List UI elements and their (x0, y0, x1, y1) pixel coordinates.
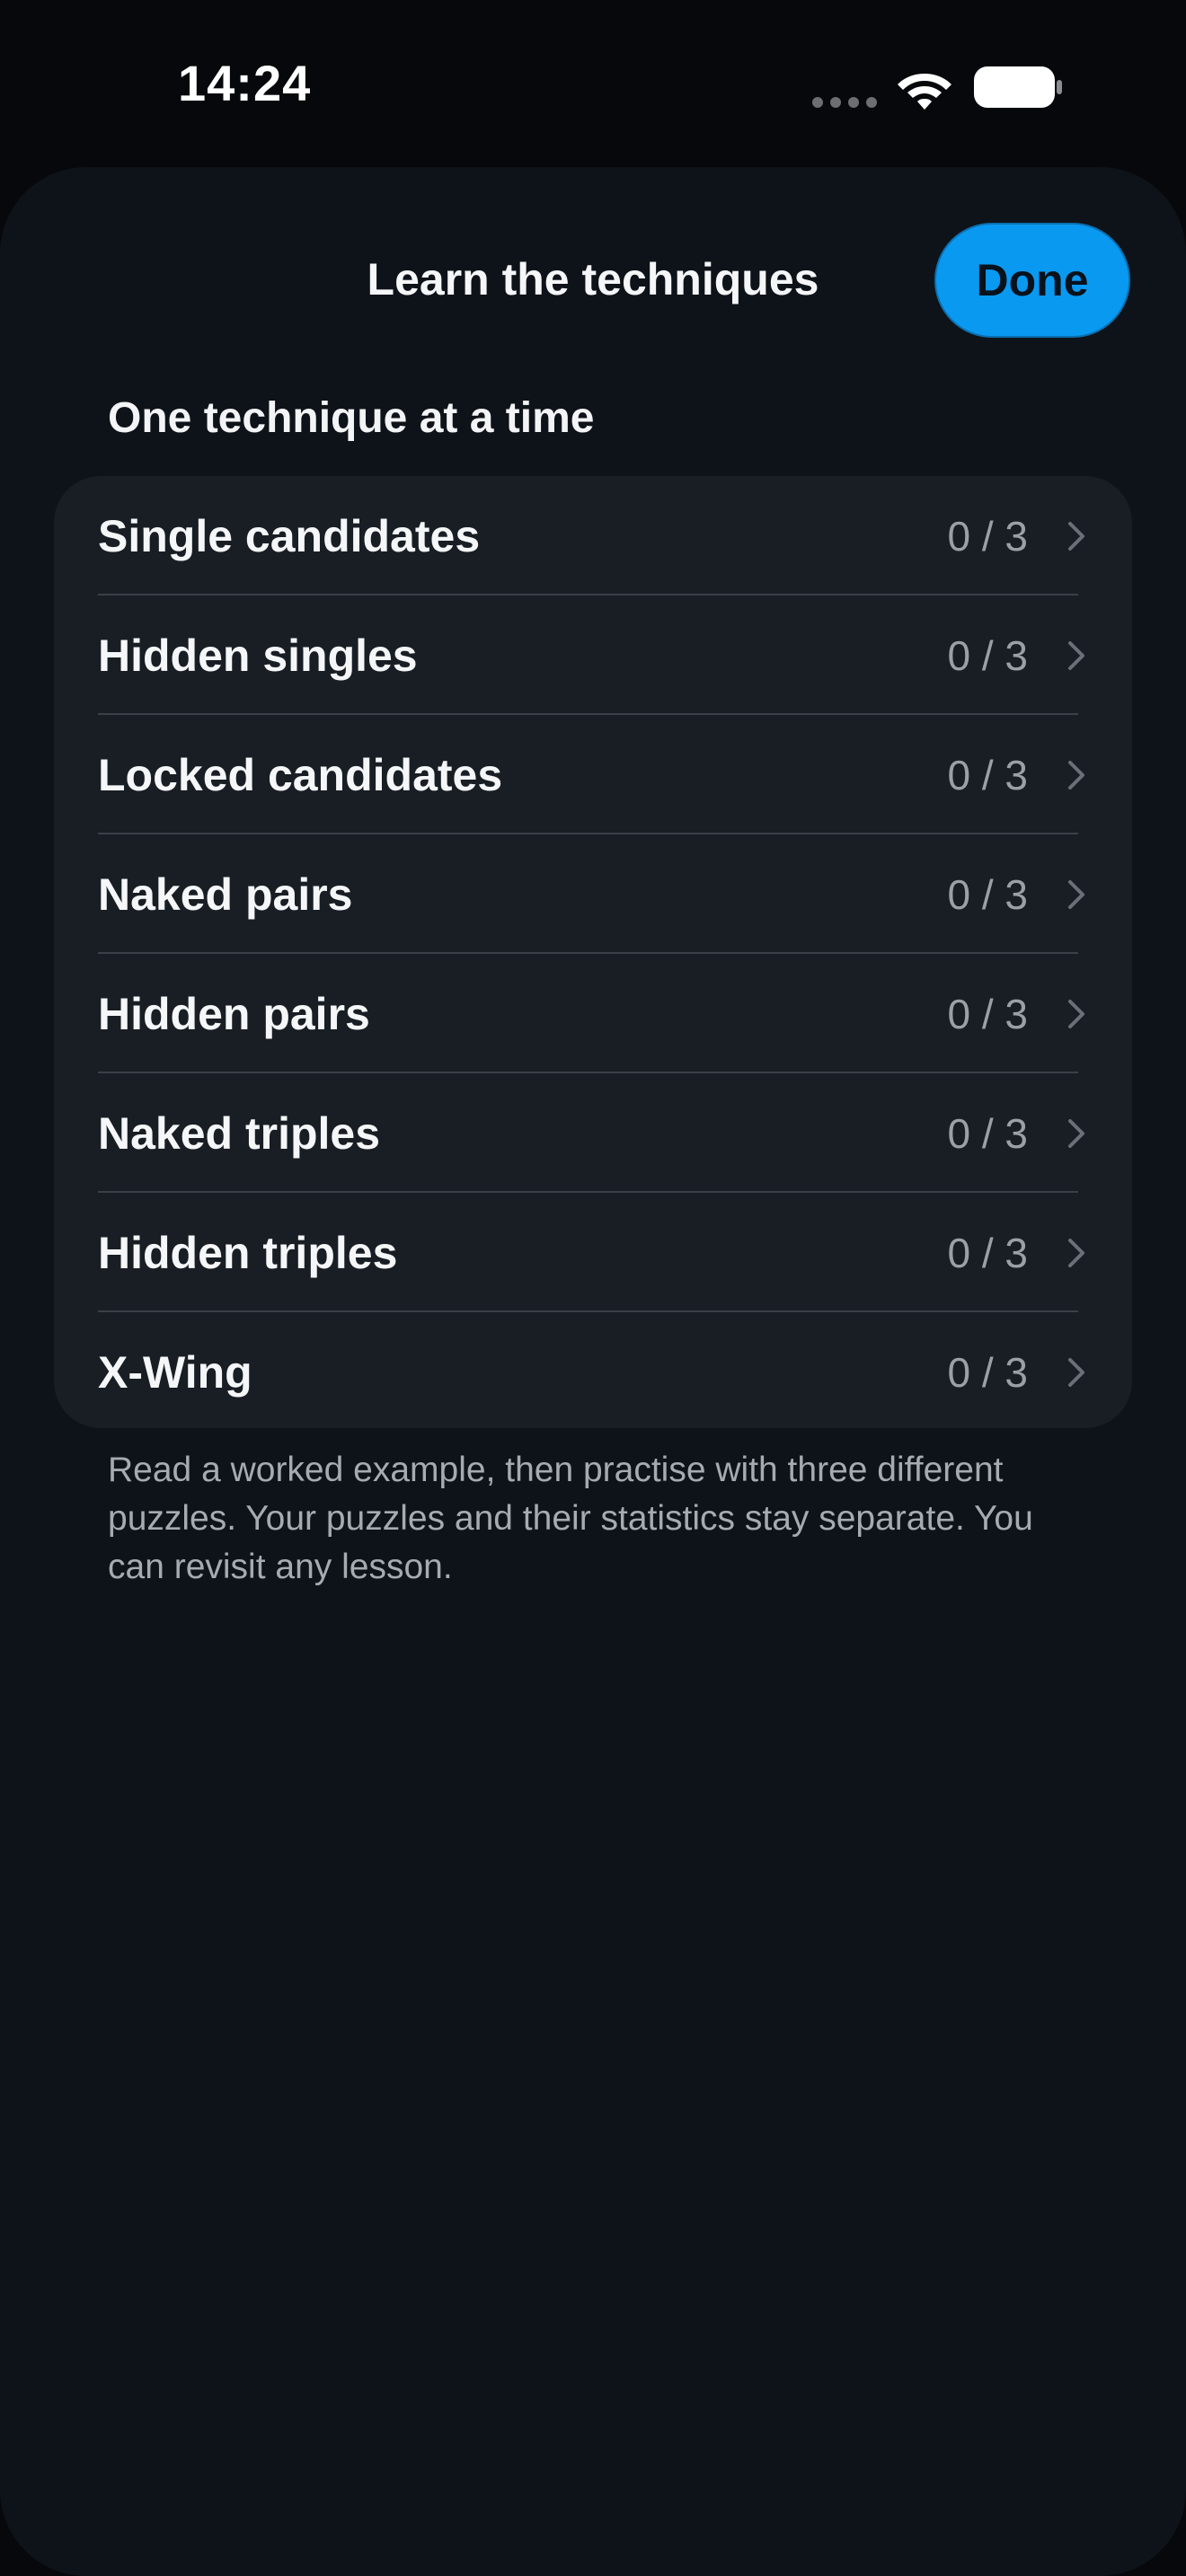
cellular-signal-icon (812, 97, 877, 108)
technique-row-single-candidates[interactable]: Single candidates 0 / 3 (54, 476, 1132, 595)
chevron-right-icon (1068, 521, 1084, 551)
technique-list: Single candidates 0 / 3 Hidden singles 0… (54, 476, 1132, 1428)
technique-progress: 0 / 3 (947, 751, 1028, 798)
technique-progress: 0 / 3 (947, 631, 1028, 679)
technique-progress: 0 / 3 (947, 1229, 1028, 1276)
chevron-right-icon (1068, 640, 1084, 670)
technique-progress: 0 / 3 (947, 1109, 1028, 1157)
wifi-icon (898, 74, 951, 110)
technique-progress: 0 / 3 (947, 1348, 1028, 1396)
technique-progress: 0 / 3 (947, 870, 1028, 918)
battery-icon (974, 66, 1062, 108)
chevron-right-icon (1068, 1118, 1084, 1148)
status-bar: 14:24 (0, 0, 1186, 171)
footnote-text: Read a worked example, then practise wit… (108, 1451, 1033, 1586)
chevron-right-icon (1068, 999, 1084, 1028)
status-time: 14:24 (178, 55, 312, 111)
chevron-right-icon (1068, 879, 1084, 909)
technique-label: X-Wing (98, 1346, 252, 1398)
technique-row-hidden-triples[interactable]: Hidden triples 0 / 3 (54, 1193, 1132, 1312)
technique-label: Naked pairs (98, 869, 353, 920)
technique-row-naked-triples[interactable]: Naked triples 0 / 3 (54, 1073, 1132, 1193)
technique-row-hidden-pairs[interactable]: Hidden pairs 0 / 3 (54, 954, 1132, 1073)
technique-progress: 0 / 3 (947, 990, 1028, 1037)
chevron-right-icon (1068, 1238, 1084, 1267)
section-header: One technique at a time (108, 394, 595, 442)
lessons-sheet: Learn the techniques Done One technique … (0, 167, 1186, 2576)
technique-label: Hidden singles (98, 630, 418, 681)
technique-progress: 0 / 3 (947, 512, 1028, 560)
technique-label: Single candidates (98, 510, 481, 561)
technique-row-naked-pairs[interactable]: Naked pairs 0 / 3 (54, 834, 1132, 954)
technique-label: Locked candidates (98, 749, 503, 800)
chevron-right-icon (1068, 1357, 1084, 1387)
technique-row-hidden-singles[interactable]: Hidden singles 0 / 3 (54, 595, 1132, 715)
technique-label: Hidden pairs (98, 988, 370, 1039)
technique-row-locked-candidates[interactable]: Locked candidates 0 / 3 (54, 715, 1132, 834)
technique-label: Hidden triples (98, 1227, 398, 1278)
technique-label: Naked triples (98, 1107, 381, 1159)
done-button[interactable]: Done (934, 223, 1130, 338)
screen: 14:24 Learn the techniques Done One tech… (0, 0, 1186, 2576)
chevron-right-icon (1068, 760, 1084, 790)
technique-row-x-wing[interactable]: X-Wing 0 / 3 (54, 1312, 1132, 1428)
